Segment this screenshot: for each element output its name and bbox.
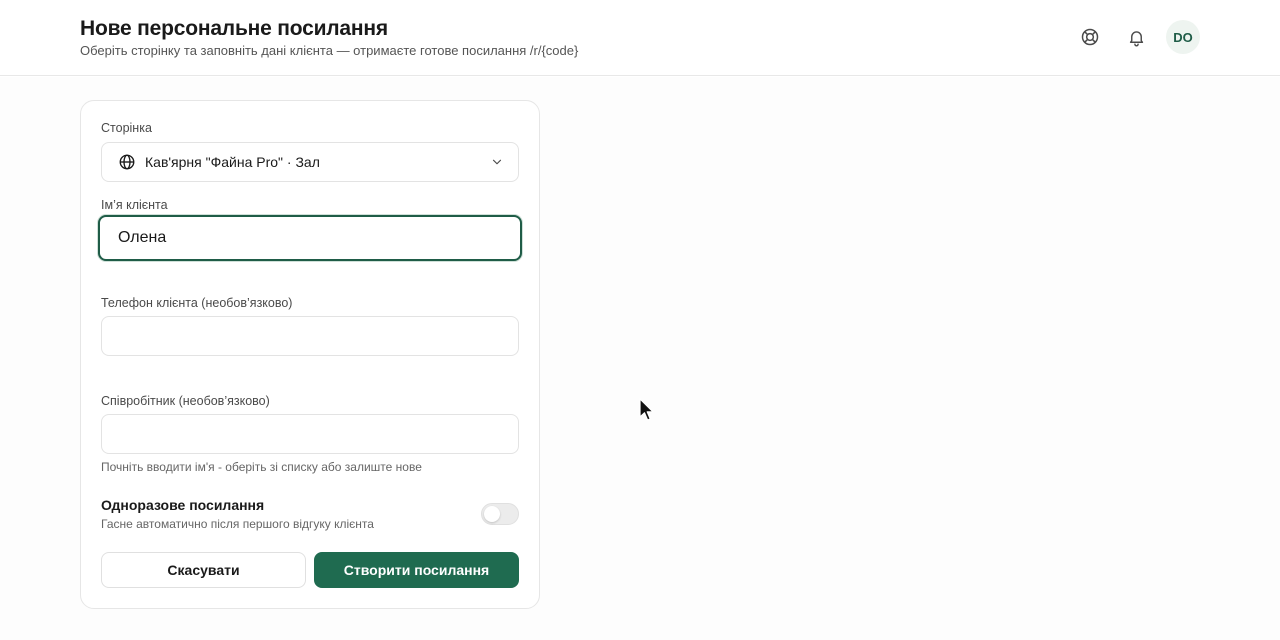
employee-label: Співробітник (необов’язково) xyxy=(101,394,270,408)
notifications-button[interactable] xyxy=(1120,21,1152,53)
employee-hint: Почніть вводити ім'я - оберіть зі списку… xyxy=(101,460,422,474)
toggle-knob xyxy=(484,506,500,522)
link-form-card: Сторінка Кав'ярня "Файна Pro" · Зал Ім’я… xyxy=(80,100,540,609)
page-subtitle: Оберіть сторінку та заповніть дані клієн… xyxy=(80,43,579,58)
client-phone-label: Телефон клієнта (необов’язково) xyxy=(101,296,293,310)
client-name-input[interactable] xyxy=(98,215,522,261)
one-time-link-toggle[interactable] xyxy=(481,503,519,525)
header-actions: DO xyxy=(1074,20,1200,54)
lifebuoy-icon xyxy=(1081,28,1099,46)
one-time-link-title: Одноразове посилання xyxy=(101,497,265,513)
one-time-link-description: Гасне автоматично після першого відгуку … xyxy=(101,517,374,531)
create-link-button[interactable]: Створити посилання xyxy=(314,552,519,588)
page-field-label: Сторінка xyxy=(101,121,152,135)
page-title: Нове персональне посилання xyxy=(80,17,388,40)
bell-icon xyxy=(1129,30,1143,46)
page-header: Нове персональне посилання Оберіть сторі… xyxy=(0,0,1280,76)
avatar[interactable]: DO xyxy=(1166,20,1200,54)
client-name-label: Ім’я клієнта xyxy=(101,198,168,212)
chevron-down-icon xyxy=(492,159,502,165)
employee-input[interactable] xyxy=(101,414,519,454)
client-phone-input[interactable] xyxy=(101,316,519,356)
mouse-cursor-icon xyxy=(639,398,654,421)
page-select-value: Кав'ярня "Файна Pro" · Зал xyxy=(145,154,320,170)
main-content: Сторінка Кав'ярня "Файна Pro" · Зал Ім’я… xyxy=(0,77,1280,640)
cancel-button[interactable]: Скасувати xyxy=(101,552,306,588)
globe-icon xyxy=(119,154,135,170)
page-select[interactable]: Кав'ярня "Файна Pro" · Зал xyxy=(101,142,519,182)
support-button[interactable] xyxy=(1074,21,1106,53)
